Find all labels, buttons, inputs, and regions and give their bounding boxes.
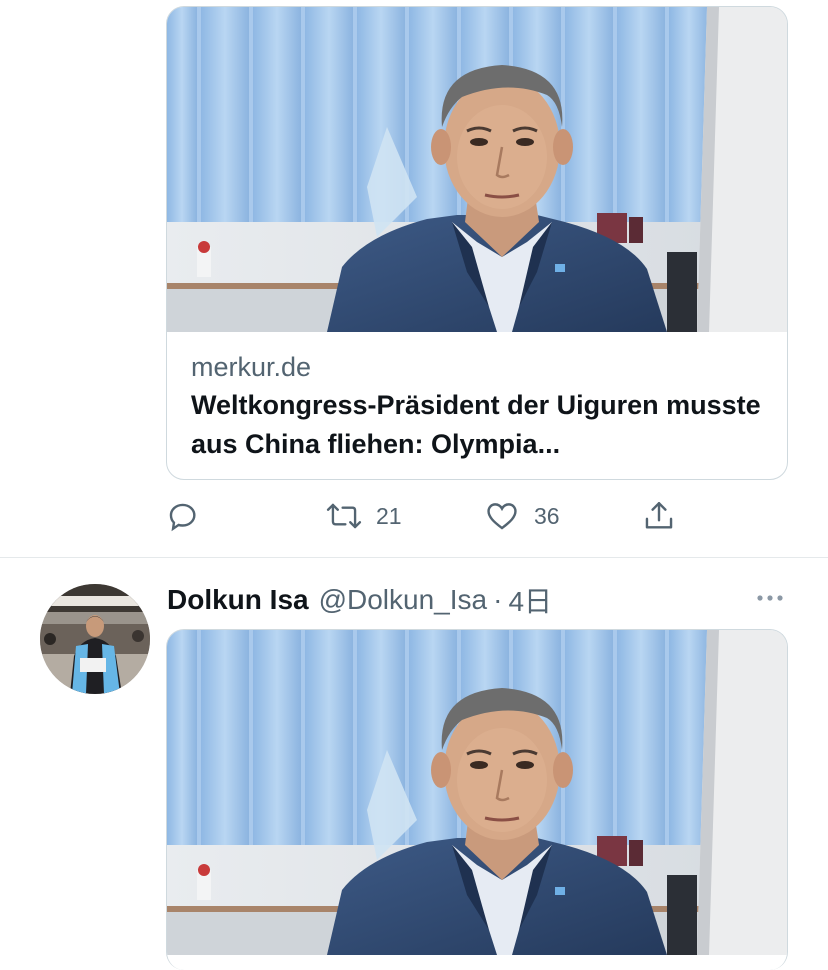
share-button[interactable] xyxy=(642,496,676,536)
user-handle[interactable]: @Dolkun_Isa xyxy=(319,584,488,616)
tweet-header: Dolkun Isa @Dolkun_Isa · 4日 xyxy=(167,580,552,620)
retweet-icon xyxy=(326,499,362,533)
reply-button[interactable] xyxy=(166,496,200,536)
heart-icon xyxy=(484,499,520,533)
link-card[interactable] xyxy=(166,629,788,970)
link-card[interactable]: merkur.de Weltkongress-Präsident der Uig… xyxy=(166,6,788,480)
like-count: 36 xyxy=(534,502,560,529)
avatar[interactable] xyxy=(40,584,150,694)
display-name[interactable]: Dolkun Isa xyxy=(167,584,309,616)
share-icon xyxy=(642,499,676,533)
link-card-domain: merkur.de xyxy=(191,352,312,382)
article-photo xyxy=(167,630,787,955)
link-card-image[interactable] xyxy=(167,7,787,332)
retweet-button[interactable]: 21 xyxy=(326,496,402,536)
reply-icon xyxy=(166,499,200,533)
retweet-count: 21 xyxy=(376,502,402,529)
article-photo xyxy=(167,7,787,332)
link-card-image[interactable] xyxy=(167,630,787,955)
like-button[interactable]: 36 xyxy=(484,496,560,536)
more-icon[interactable] xyxy=(752,586,788,610)
timestamp[interactable]: 4日 xyxy=(508,580,552,620)
link-card-headline: Weltkongress-Präsident der Uiguren musst… xyxy=(191,390,761,459)
tweet-action-bar: 21 36 xyxy=(166,496,696,536)
tweet-divider xyxy=(0,557,828,558)
separator: · xyxy=(493,584,503,615)
